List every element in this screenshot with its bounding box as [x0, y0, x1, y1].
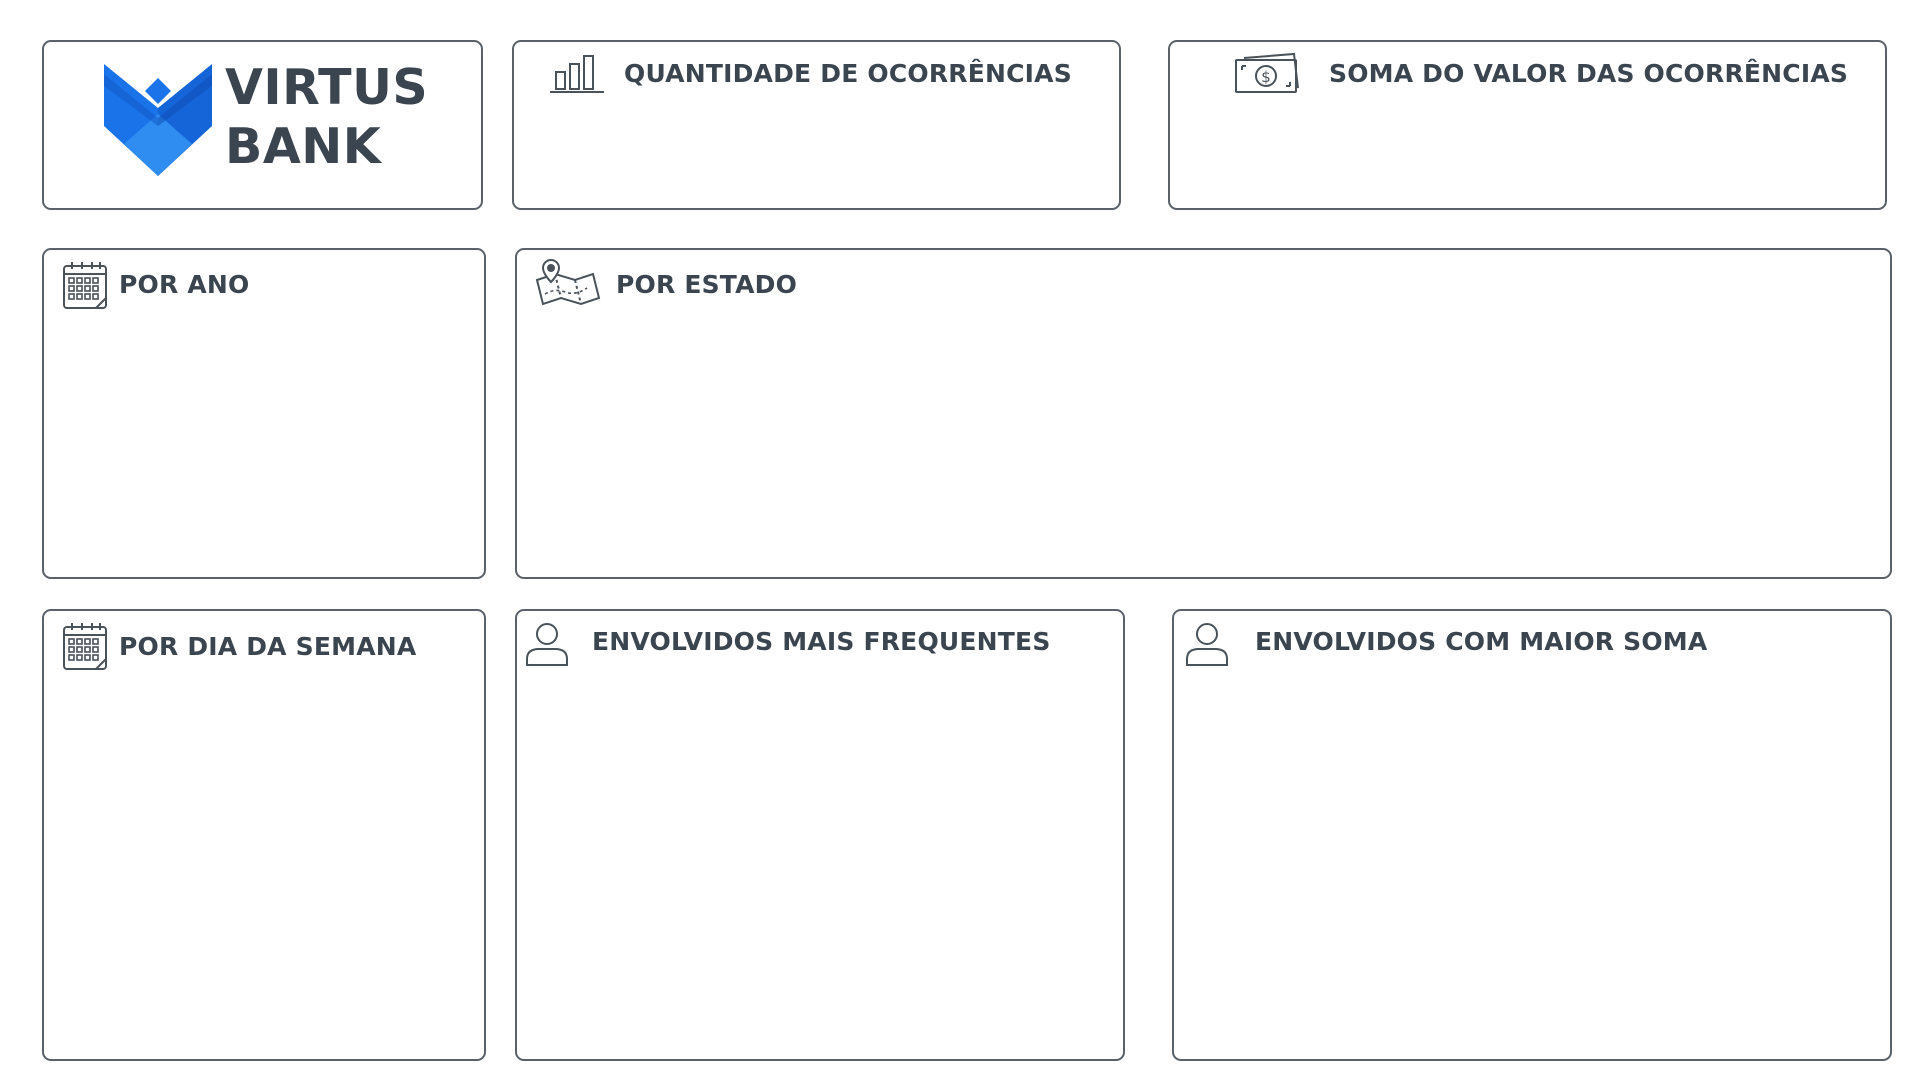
map-pin-icon	[535, 258, 601, 310]
brand-line-2: BANK	[225, 118, 382, 175]
user-icon	[525, 621, 569, 667]
card-top-frequent[interactable]: ENVOLVIDOS MAIS FREQUENTES	[515, 609, 1125, 1061]
card-sum-value[interactable]: $ SOMA DO VALOR DAS OCORRÊNCIAS	[1168, 40, 1887, 210]
brand-name: VIRTUS BANK	[225, 58, 428, 176]
card-by-year-title: POR ANO	[119, 270, 250, 299]
card-by-weekday-title: POR DIA DA SEMANA	[119, 632, 417, 661]
card-top-sum[interactable]: ENVOLVIDOS COM MAIOR SOMA	[1172, 609, 1892, 1061]
card-top-sum-title: ENVOLVIDOS COM MAIOR SOMA	[1255, 627, 1708, 656]
bar-chart-icon	[548, 52, 606, 94]
card-quantity[interactable]: QUANTIDADE DE OCORRÊNCIAS	[512, 40, 1121, 210]
brand-line-1: VIRTUS	[225, 59, 429, 116]
logo-panel: VIRTUS BANK	[42, 40, 483, 210]
card-by-state[interactable]: POR ESTADO	[515, 248, 1892, 579]
user-icon	[1185, 621, 1229, 667]
svg-text:$: $	[1261, 68, 1271, 86]
card-top-frequent-title: ENVOLVIDOS MAIS FREQUENTES	[592, 627, 1051, 656]
money-bill-icon: $	[1234, 52, 1304, 96]
card-quantity-title: QUANTIDADE DE OCORRÊNCIAS	[624, 59, 1072, 88]
calendar-icon	[62, 621, 108, 671]
card-by-year[interactable]: POR ANO	[42, 248, 486, 579]
card-by-weekday[interactable]: POR DIA DA SEMANA	[42, 609, 486, 1061]
virtus-bank-logo-icon	[104, 64, 212, 176]
card-sum-value-title: SOMA DO VALOR DAS OCORRÊNCIAS	[1329, 59, 1849, 88]
card-by-state-title: POR ESTADO	[616, 270, 798, 299]
calendar-icon	[62, 260, 108, 310]
